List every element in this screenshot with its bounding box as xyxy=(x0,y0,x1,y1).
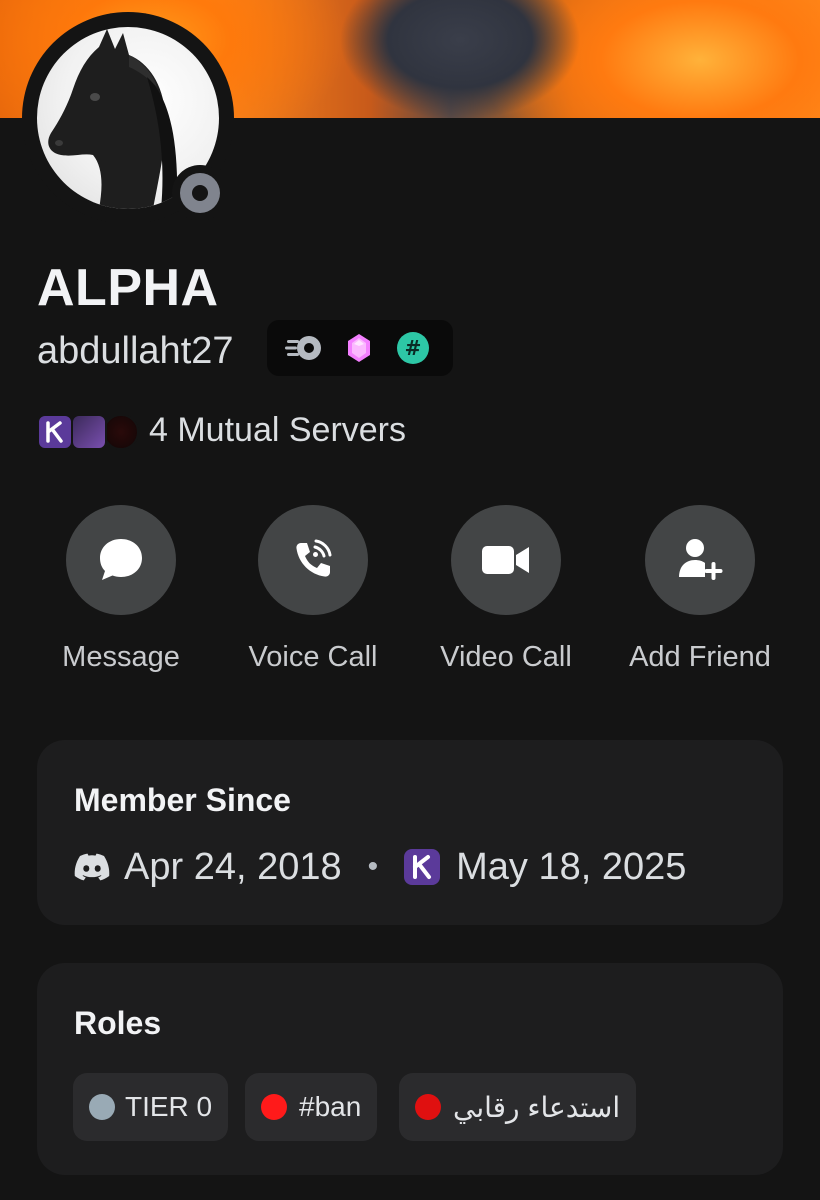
role-color-dot-icon xyxy=(415,1094,441,1120)
role-color-dot-icon xyxy=(261,1094,287,1120)
add-friend-icon xyxy=(679,539,723,580)
server-logo-icon xyxy=(404,849,441,885)
video-call-button[interactable]: Video Call xyxy=(406,505,606,674)
pink-gem-badge-icon[interactable] xyxy=(343,332,375,364)
voice-call-button[interactable]: Voice Call xyxy=(213,505,413,674)
add-friend-button-circle[interactable] xyxy=(645,505,755,615)
role-label: استدعاء رقابي xyxy=(453,1091,621,1123)
discord-logo-icon xyxy=(74,853,110,881)
roles-card: Roles TIER 0 #ban استدعاء رقابي xyxy=(37,963,783,1175)
video-call-label: Video Call xyxy=(440,641,572,673)
add-friend-button[interactable]: Add Friend xyxy=(600,505,800,674)
badge-strip: # xyxy=(267,320,453,376)
message-button[interactable]: Message xyxy=(21,505,221,674)
add-friend-label: Add Friend xyxy=(629,641,771,673)
role-pill-ban[interactable]: #ban xyxy=(245,1073,378,1141)
speed-boost-badge-icon[interactable] xyxy=(285,332,325,364)
role-label: #ban xyxy=(299,1091,362,1122)
svg-text:#: # xyxy=(405,336,422,360)
message-bubble-icon xyxy=(100,539,142,580)
server-icon-k xyxy=(37,414,73,450)
video-call-button-circle[interactable] xyxy=(451,505,561,615)
mutual-servers-label: 4 Mutual Servers xyxy=(149,410,406,449)
phone-call-icon xyxy=(296,539,332,577)
role-pill-tier-0[interactable]: TIER 0 xyxy=(73,1073,229,1141)
member-since-row: Apr 24, 2018 • May 18, 2025 xyxy=(74,842,686,892)
hashtag-badge-icon[interactable]: # xyxy=(397,332,429,364)
username[interactable]: abdullaht27 xyxy=(37,330,234,373)
action-row: Message Voice Call Video Call Add Friend xyxy=(0,505,820,675)
member-since-title: Member Since xyxy=(74,782,291,818)
message-button-circle[interactable] xyxy=(66,505,176,615)
mutual-server-icons xyxy=(37,412,141,450)
member-since-card: Member Since Apr 24, 2018 • May 18, 2025 xyxy=(37,740,783,925)
display-name: ALPHA xyxy=(37,259,219,317)
date-separator: • xyxy=(367,850,379,883)
discord-join-date: Apr 24, 2018 xyxy=(124,845,342,888)
role-color-dot-icon xyxy=(89,1094,115,1120)
video-camera-icon xyxy=(482,546,529,574)
voice-call-label: Voice Call xyxy=(248,641,378,673)
roles-title: Roles xyxy=(74,1005,162,1041)
server-icon-purple xyxy=(71,414,107,450)
offline-status-icon xyxy=(180,173,220,213)
role-label: TIER 0 xyxy=(125,1091,213,1122)
voice-call-button-circle[interactable] xyxy=(258,505,368,615)
server-icon-dark xyxy=(103,414,139,450)
role-pill-arabic[interactable]: استدعاء رقابي xyxy=(399,1073,637,1141)
mutual-servers[interactable]: 4 Mutual Servers xyxy=(37,408,406,452)
server-join-date: May 18, 2025 xyxy=(456,845,687,888)
message-label: Message xyxy=(62,641,180,673)
status-indicator xyxy=(172,165,228,221)
